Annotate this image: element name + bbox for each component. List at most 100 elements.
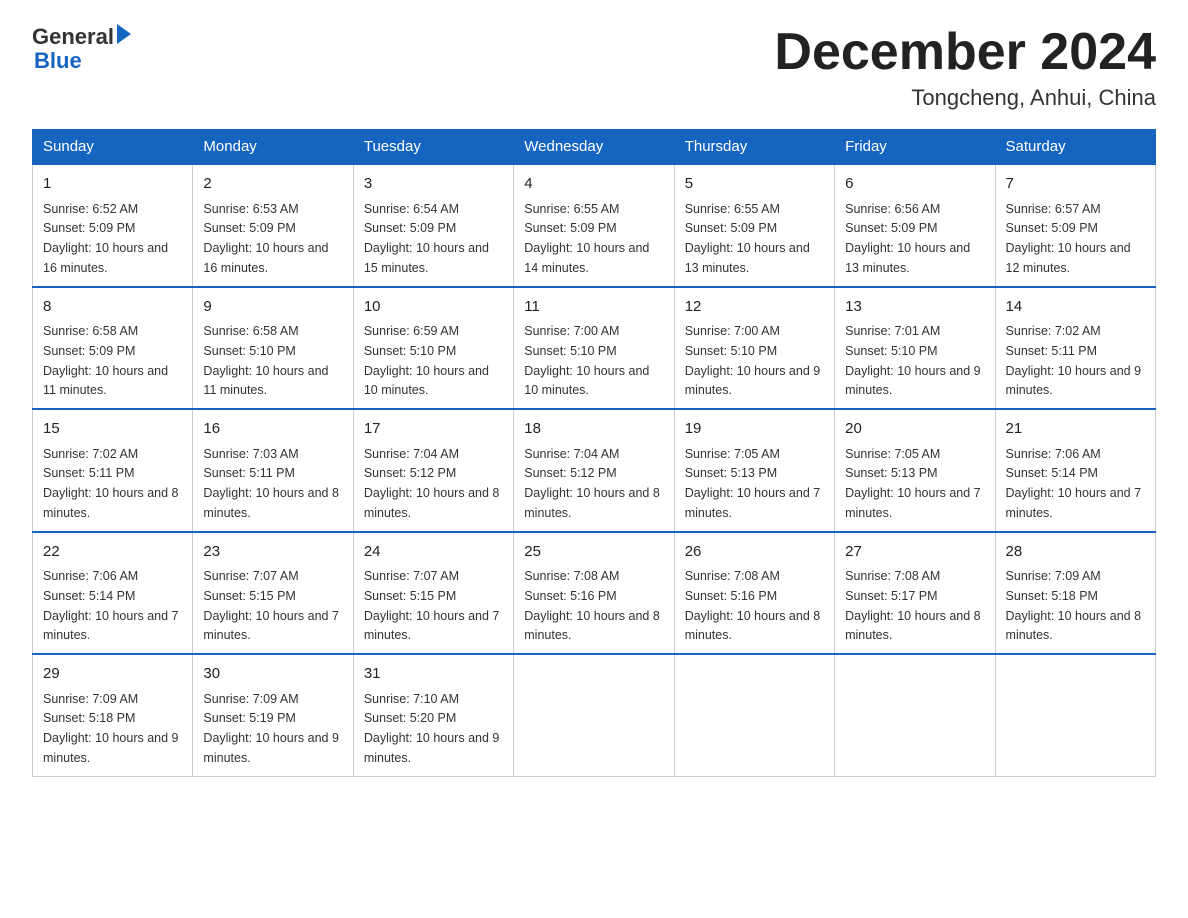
day-info: Sunrise: 6:58 AMSunset: 5:09 PMDaylight:… — [43, 324, 168, 397]
table-row: 31 Sunrise: 7:10 AMSunset: 5:20 PMDaylig… — [353, 654, 513, 776]
table-row — [674, 654, 834, 776]
day-number: 25 — [524, 541, 663, 564]
day-info: Sunrise: 6:57 AMSunset: 5:09 PMDaylight:… — [1006, 202, 1131, 275]
day-info: Sunrise: 7:08 AMSunset: 5:16 PMDaylight:… — [524, 569, 660, 642]
table-row: 11 Sunrise: 7:00 AMSunset: 5:10 PMDaylig… — [514, 287, 674, 410]
table-row: 3 Sunrise: 6:54 AMSunset: 5:09 PMDayligh… — [353, 164, 513, 287]
table-row: 16 Sunrise: 7:03 AMSunset: 5:11 PMDaylig… — [193, 409, 353, 532]
col-tuesday: Tuesday — [353, 130, 513, 165]
table-row: 2 Sunrise: 6:53 AMSunset: 5:09 PMDayligh… — [193, 164, 353, 287]
table-row: 14 Sunrise: 7:02 AMSunset: 5:11 PMDaylig… — [995, 287, 1155, 410]
col-saturday: Saturday — [995, 130, 1155, 165]
day-info: Sunrise: 7:06 AMSunset: 5:14 PMDaylight:… — [43, 569, 179, 642]
location-title: Tongcheng, Anhui, China — [774, 85, 1156, 111]
logo-general-text: General — [32, 24, 114, 50]
table-row: 24 Sunrise: 7:07 AMSunset: 5:15 PMDaylig… — [353, 532, 513, 655]
table-row: 10 Sunrise: 6:59 AMSunset: 5:10 PMDaylig… — [353, 287, 513, 410]
table-row: 30 Sunrise: 7:09 AMSunset: 5:19 PMDaylig… — [193, 654, 353, 776]
day-number: 30 — [203, 663, 342, 686]
day-number: 15 — [43, 418, 182, 441]
day-info: Sunrise: 7:08 AMSunset: 5:17 PMDaylight:… — [845, 569, 981, 642]
day-number: 5 — [685, 173, 824, 196]
table-row: 17 Sunrise: 7:04 AMSunset: 5:12 PMDaylig… — [353, 409, 513, 532]
table-row: 29 Sunrise: 7:09 AMSunset: 5:18 PMDaylig… — [33, 654, 193, 776]
day-number: 23 — [203, 541, 342, 564]
day-number: 19 — [685, 418, 824, 441]
col-wednesday: Wednesday — [514, 130, 674, 165]
day-info: Sunrise: 7:09 AMSunset: 5:18 PMDaylight:… — [43, 692, 179, 765]
table-row: 9 Sunrise: 6:58 AMSunset: 5:10 PMDayligh… — [193, 287, 353, 410]
day-number: 21 — [1006, 418, 1145, 441]
day-info: Sunrise: 6:52 AMSunset: 5:09 PMDaylight:… — [43, 202, 168, 275]
table-row: 8 Sunrise: 6:58 AMSunset: 5:09 PMDayligh… — [33, 287, 193, 410]
table-row: 7 Sunrise: 6:57 AMSunset: 5:09 PMDayligh… — [995, 164, 1155, 287]
day-number: 12 — [685, 296, 824, 319]
table-row: 26 Sunrise: 7:08 AMSunset: 5:16 PMDaylig… — [674, 532, 834, 655]
calendar-week-5: 29 Sunrise: 7:09 AMSunset: 5:18 PMDaylig… — [33, 654, 1156, 776]
day-info: Sunrise: 7:09 AMSunset: 5:18 PMDaylight:… — [1006, 569, 1142, 642]
table-row: 21 Sunrise: 7:06 AMSunset: 5:14 PMDaylig… — [995, 409, 1155, 532]
day-info: Sunrise: 6:59 AMSunset: 5:10 PMDaylight:… — [364, 324, 489, 397]
day-number: 17 — [364, 418, 503, 441]
day-info: Sunrise: 7:04 AMSunset: 5:12 PMDaylight:… — [364, 447, 500, 520]
table-row: 28 Sunrise: 7:09 AMSunset: 5:18 PMDaylig… — [995, 532, 1155, 655]
day-info: Sunrise: 7:07 AMSunset: 5:15 PMDaylight:… — [203, 569, 339, 642]
day-info: Sunrise: 6:53 AMSunset: 5:09 PMDaylight:… — [203, 202, 328, 275]
table-row: 23 Sunrise: 7:07 AMSunset: 5:15 PMDaylig… — [193, 532, 353, 655]
table-row: 25 Sunrise: 7:08 AMSunset: 5:16 PMDaylig… — [514, 532, 674, 655]
calendar-week-2: 8 Sunrise: 6:58 AMSunset: 5:09 PMDayligh… — [33, 287, 1156, 410]
table-row: 4 Sunrise: 6:55 AMSunset: 5:09 PMDayligh… — [514, 164, 674, 287]
table-row: 1 Sunrise: 6:52 AMSunset: 5:09 PMDayligh… — [33, 164, 193, 287]
table-row: 19 Sunrise: 7:05 AMSunset: 5:13 PMDaylig… — [674, 409, 834, 532]
table-row: 12 Sunrise: 7:00 AMSunset: 5:10 PMDaylig… — [674, 287, 834, 410]
month-title: December 2024 — [774, 24, 1156, 81]
day-number: 11 — [524, 296, 663, 319]
page-header: General Blue December 2024 Tongcheng, An… — [32, 24, 1156, 111]
day-number: 26 — [685, 541, 824, 564]
title-block: December 2024 Tongcheng, Anhui, China — [774, 24, 1156, 111]
logo-arrow-icon — [117, 24, 131, 44]
day-info: Sunrise: 7:01 AMSunset: 5:10 PMDaylight:… — [845, 324, 981, 397]
day-number: 10 — [364, 296, 503, 319]
logo: General Blue — [32, 24, 131, 72]
calendar-week-4: 22 Sunrise: 7:06 AMSunset: 5:14 PMDaylig… — [33, 532, 1156, 655]
day-number: 7 — [1006, 173, 1145, 196]
day-number: 28 — [1006, 541, 1145, 564]
day-info: Sunrise: 7:08 AMSunset: 5:16 PMDaylight:… — [685, 569, 821, 642]
day-number: 1 — [43, 173, 182, 196]
day-info: Sunrise: 7:00 AMSunset: 5:10 PMDaylight:… — [685, 324, 821, 397]
day-number: 24 — [364, 541, 503, 564]
col-monday: Monday — [193, 130, 353, 165]
table-row: 15 Sunrise: 7:02 AMSunset: 5:11 PMDaylig… — [33, 409, 193, 532]
day-info: Sunrise: 6:55 AMSunset: 5:09 PMDaylight:… — [685, 202, 810, 275]
day-info: Sunrise: 7:06 AMSunset: 5:14 PMDaylight:… — [1006, 447, 1142, 520]
day-info: Sunrise: 7:05 AMSunset: 5:13 PMDaylight:… — [845, 447, 981, 520]
table-row — [835, 654, 995, 776]
day-number: 31 — [364, 663, 503, 686]
calendar-week-1: 1 Sunrise: 6:52 AMSunset: 5:09 PMDayligh… — [33, 164, 1156, 287]
day-number: 27 — [845, 541, 984, 564]
day-number: 2 — [203, 173, 342, 196]
day-number: 22 — [43, 541, 182, 564]
day-info: Sunrise: 6:58 AMSunset: 5:10 PMDaylight:… — [203, 324, 328, 397]
day-number: 6 — [845, 173, 984, 196]
day-info: Sunrise: 6:55 AMSunset: 5:09 PMDaylight:… — [524, 202, 649, 275]
day-info: Sunrise: 6:54 AMSunset: 5:09 PMDaylight:… — [364, 202, 489, 275]
day-info: Sunrise: 7:09 AMSunset: 5:19 PMDaylight:… — [203, 692, 339, 765]
day-number: 18 — [524, 418, 663, 441]
day-info: Sunrise: 7:02 AMSunset: 5:11 PMDaylight:… — [1006, 324, 1142, 397]
table-row: 18 Sunrise: 7:04 AMSunset: 5:12 PMDaylig… — [514, 409, 674, 532]
table-row: 6 Sunrise: 6:56 AMSunset: 5:09 PMDayligh… — [835, 164, 995, 287]
col-friday: Friday — [835, 130, 995, 165]
calendar-table: Sunday Monday Tuesday Wednesday Thursday… — [32, 129, 1156, 777]
day-info: Sunrise: 7:03 AMSunset: 5:11 PMDaylight:… — [203, 447, 339, 520]
day-info: Sunrise: 7:05 AMSunset: 5:13 PMDaylight:… — [685, 447, 821, 520]
day-number: 14 — [1006, 296, 1145, 319]
calendar-header-row: Sunday Monday Tuesday Wednesday Thursday… — [33, 130, 1156, 165]
day-number: 8 — [43, 296, 182, 319]
day-info: Sunrise: 7:07 AMSunset: 5:15 PMDaylight:… — [364, 569, 500, 642]
table-row — [514, 654, 674, 776]
day-info: Sunrise: 7:00 AMSunset: 5:10 PMDaylight:… — [524, 324, 649, 397]
day-number: 20 — [845, 418, 984, 441]
calendar-week-3: 15 Sunrise: 7:02 AMSunset: 5:11 PMDaylig… — [33, 409, 1156, 532]
